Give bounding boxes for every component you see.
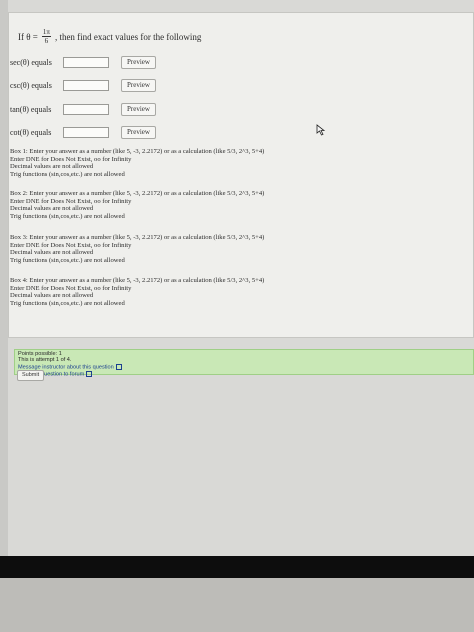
box1-instructions: Box 1: Enter your answer as a number (li… [10,148,430,178]
box3-line4: Trig functions (sin,cos,etc.) are not al… [10,256,125,264]
sec-answer-input[interactable] [63,57,109,68]
monitor-bezel [0,556,474,578]
box2-line4: Trig functions (sin,cos,etc.) are not al… [10,212,125,220]
question-status-box: Points possible: 1 This is attempt 1 of … [14,349,474,378]
box2-line1: Box 2: Enter your answer as a number (li… [10,190,265,197]
post-forum-row: Post this question to forum [18,370,470,378]
theta-denominator: 6 [44,37,49,45]
tan-row: tan(θ) equals Preview [10,103,156,116]
sec-label: sec(θ) equals [10,58,52,67]
box2-line2: Enter DNE for Does Not Exist, oo for Inf… [10,197,132,205]
desk-background [0,578,474,632]
tan-preview-button[interactable]: Preview [121,103,156,116]
csc-label: csc(θ) equals [10,81,52,90]
box2-instructions: Box 2: Enter your answer as a number (li… [10,190,430,220]
sec-preview-button[interactable]: Preview [121,56,156,69]
csc-answer-input[interactable] [63,80,109,91]
external-link-icon [115,363,122,370]
theta-fraction: 1π 6 [41,28,51,45]
box1-line3: Decimal values are not allowed [10,163,94,171]
box1-line4: Trig functions (sin,cos,etc.) are not al… [10,170,125,178]
box2-line3: Decimal values are not allowed [10,205,94,213]
box3-instructions: Box 3: Enter your answer as a number (li… [10,234,430,264]
theta-numerator: 1π [41,28,51,37]
box4-line1: Box 4: Enter your answer as a number (li… [10,277,265,284]
box4-line3: Decimal values are not allowed [10,292,94,300]
cot-label: cot(θ) equals [10,128,52,137]
cot-preview-button[interactable]: Preview [121,126,156,139]
csc-row: csc(θ) equals Preview [10,79,156,92]
tan-answer-input[interactable] [63,104,109,115]
box4-line2: Enter DNE for Does Not Exist, oo for Inf… [10,284,132,292]
intro-prefix: If θ = [18,31,38,42]
box1-line2: Enter DNE for Does Not Exist, oo for Inf… [10,155,132,163]
box3-line3: Decimal values are not allowed [10,249,94,257]
sec-row: sec(θ) equals Preview [10,56,156,69]
cot-answer-input[interactable] [63,127,109,138]
cot-row: cot(θ) equals Preview [10,126,156,139]
box4-line4: Trig functions (sin,cos,etc.) are not al… [10,299,125,307]
message-instructor-row: Message instructor about this question [18,363,470,371]
submit-button[interactable]: Submit [17,370,45,381]
mouse-cursor-icon [316,124,326,136]
box3-line2: Enter DNE for Does Not Exist, oo for Inf… [10,241,132,249]
box3-line1: Box 3: Enter your answer as a number (li… [10,234,265,241]
box4-instructions: Box 4: Enter your answer as a number (li… [10,277,430,307]
problem-statement: If θ = 1π 6 , then find exact values for… [18,28,201,45]
intro-suffix: , then find exact values for the followi… [54,31,202,42]
csc-preview-button[interactable]: Preview [121,79,156,92]
external-link-icon [86,370,93,377]
page-left-margin [0,0,8,560]
box1-line1: Box 1: Enter your answer as a number (li… [10,148,265,155]
tan-label: tan(θ) equals [10,105,52,114]
